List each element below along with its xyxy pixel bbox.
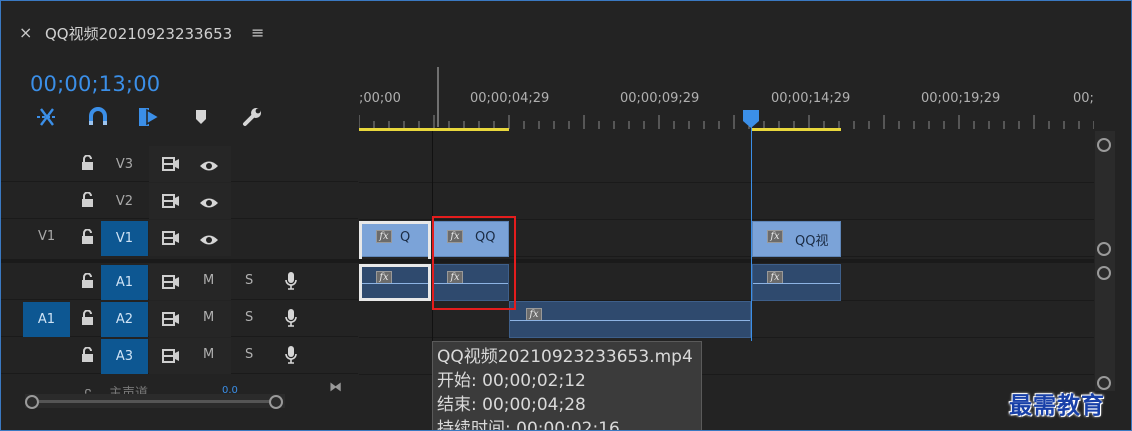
track-target-a1[interactable]: A1	[101, 265, 148, 300]
mute-button[interactable]: M	[203, 273, 214, 288]
ruler-label: 00;00;09;29	[620, 91, 700, 106]
ruler-label: ;00;00	[359, 91, 401, 106]
track-header-a3: A3 M S	[1, 338, 358, 374]
nest-sequence-icon[interactable]	[34, 105, 60, 129]
mute-button[interactable]: M	[203, 347, 214, 362]
microphone-icon[interactable]	[284, 308, 298, 332]
clip-name: QQ视	[795, 234, 829, 249]
sync-lock-icon[interactable]	[162, 156, 180, 175]
track-name-v2[interactable]: V2	[101, 184, 148, 219]
lock-icon[interactable]	[81, 191, 94, 211]
lock-icon[interactable]	[81, 272, 94, 292]
lock-icon[interactable]	[81, 309, 94, 329]
video-audio-divider[interactable]	[1, 259, 1094, 263]
track-name-v3[interactable]: V3	[101, 147, 148, 182]
time-ruler[interactable]: ;00;00 00;00;04;29 00;00;09;29 00;00;14;…	[359, 65, 1094, 131]
solo-button[interactable]: S	[245, 273, 253, 288]
ruler-in-point-line	[437, 67, 439, 127]
microphone-icon[interactable]	[284, 271, 298, 295]
zoom-left-handle[interactable]	[25, 395, 39, 409]
track-header-v2: V2	[1, 183, 358, 219]
playhead-timecode[interactable]: 00;00;13;00	[30, 72, 160, 96]
sync-lock-icon[interactable]	[162, 274, 180, 293]
clip-selection-outline	[359, 264, 431, 301]
close-tab-button[interactable]: ×	[19, 23, 32, 42]
eye-icon[interactable]	[199, 157, 219, 176]
zoom-scrollbar-bar[interactable]	[39, 400, 277, 403]
playhead-handle[interactable]	[742, 109, 760, 129]
mute-button[interactable]: M	[203, 310, 214, 325]
vscroll-top-handle[interactable]	[1097, 138, 1111, 152]
ruler-label: 00;00;19;29	[921, 91, 1001, 106]
add-marker-icon[interactable]	[188, 105, 214, 129]
audio-vscroll-top-handle[interactable]	[1097, 266, 1111, 280]
panel-header: × QQ视频20210923233653 ≡	[1, 1, 1131, 63]
track-header-a2: A1 A2 M S	[1, 301, 358, 337]
ruler-label: 00;	[1073, 91, 1094, 106]
fx-badge-icon: fx	[767, 230, 783, 243]
lock-icon[interactable]	[81, 228, 94, 248]
sync-lock-icon[interactable]	[162, 193, 180, 212]
eye-icon[interactable]	[199, 231, 219, 250]
timeline-settings-wrench-icon[interactable]	[239, 105, 265, 129]
ruler-label: 00;00;14;29	[771, 91, 851, 106]
work-area-bar-segment[interactable]	[751, 128, 841, 131]
ruler-ticks	[359, 115, 1094, 129]
microphone-icon[interactable]	[284, 345, 298, 369]
lock-icon[interactable]	[81, 154, 94, 174]
solo-button[interactable]: S	[245, 347, 253, 362]
lane-v3[interactable]	[359, 146, 1094, 183]
track-header-v3: V3	[1, 146, 358, 182]
tooltip-end: 结束: 00;00;04;28	[437, 395, 586, 415]
clip-selection-outline	[359, 221, 431, 259]
vertical-scrollbar[interactable]	[1095, 131, 1115, 391]
work-area-bar-segment[interactable]	[359, 128, 509, 131]
audio-volume-line[interactable]	[753, 283, 840, 284]
sync-lock-icon[interactable]	[162, 230, 180, 249]
video-clip[interactable]: fx QQ视	[752, 221, 841, 257]
linked-selection-icon[interactable]	[136, 105, 162, 129]
master-end-icon: ⧓	[329, 380, 342, 395]
sync-lock-icon[interactable]	[162, 348, 180, 367]
solo-button[interactable]: S	[245, 310, 253, 325]
source-patch-v1[interactable]: V1	[38, 229, 55, 244]
lock-icon[interactable]	[81, 346, 94, 366]
sync-lock-icon[interactable]	[162, 311, 180, 330]
audio-clip[interactable]: fx	[509, 301, 751, 338]
vscroll-bottom-handle[interactable]	[1097, 242, 1111, 256]
track-headers: V3 V2 V1 V1 A1 M S A1 A2 M S A3 M S	[1, 146, 358, 396]
ruler-label: 00;00;04;29	[470, 91, 550, 106]
zoom-right-handle[interactable]	[269, 395, 283, 409]
highlight-box	[432, 216, 516, 310]
track-header-a1: A1 M S	[1, 264, 358, 300]
source-patch-a1[interactable]: A1	[23, 302, 70, 337]
tooltip-start: 开始: 00;00;02;12	[437, 371, 586, 391]
track-target-v1[interactable]: V1	[101, 221, 148, 256]
timeline-panel: × QQ视频20210923233653 ≡ 00;00;13;00 ;00;0…	[0, 0, 1132, 431]
snap-magnet-icon[interactable]	[85, 105, 111, 129]
track-header-v1: V1 V1	[1, 220, 358, 256]
sequence-tab-title[interactable]: QQ视频20210923233653	[45, 23, 232, 44]
tooltip-duration: 持续时间: 00;00;02;16	[437, 419, 620, 431]
playhead-line[interactable]	[751, 127, 752, 341]
eye-icon[interactable]	[199, 194, 219, 213]
clip-info-tooltip: QQ视频20210923233653.mp4 开始: 00;00;02;12 结…	[432, 341, 702, 431]
panel-menu-icon[interactable]: ≡	[251, 23, 264, 42]
track-target-a2[interactable]: A2	[101, 302, 148, 337]
audio-clip[interactable]: fx	[752, 264, 841, 301]
watermark-logo: 最需教育	[1009, 392, 1105, 419]
lane-v2[interactable]	[359, 183, 1094, 220]
tooltip-filename: QQ视频20210923233653.mp4	[437, 347, 693, 367]
audio-volume-line[interactable]	[510, 320, 750, 321]
track-target-a3[interactable]: A3	[101, 339, 148, 374]
